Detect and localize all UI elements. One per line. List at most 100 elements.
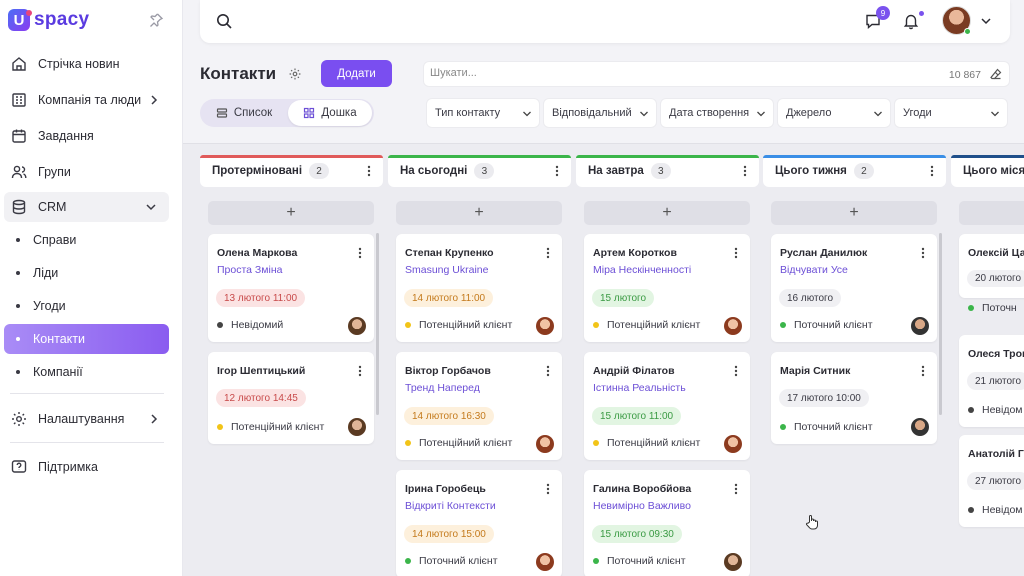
app-logo[interactable]: U spacy [8,8,89,32]
eraser-icon[interactable] [989,67,1003,81]
contact-name[interactable]: Ігор Шептицький [217,365,305,377]
contact-card[interactable]: Артем Коротков Міра Нескінченності 15 лю… [584,234,750,342]
avatar[interactable] [348,317,366,335]
sidebar-subitem-deals-tasks[interactable]: Справи [4,225,169,255]
contact-company[interactable]: Тренд Наперед [405,382,480,394]
avatar[interactable] [911,317,929,335]
contact-card[interactable]: Степан Крупенко Smasung Ukraine 14 лютог… [396,234,562,342]
sidebar-item-groups[interactable]: Групи [4,157,169,187]
avatar[interactable] [536,435,554,453]
contact-card[interactable]: Анатолій Гр 27 лютого Невідом [959,435,1024,527]
more-vertical-icon[interactable] [546,483,550,495]
contact-name[interactable]: Анатолій Гр [968,448,1024,460]
contact-card[interactable]: Галина Воробйова Невимірно Важливо 15 лю… [584,470,750,576]
chevron-down-icon [990,110,1000,118]
add-card-button[interactable]: + [771,201,937,225]
contact-company[interactable]: Smasung Ukraine [405,264,488,276]
gear-icon[interactable] [288,67,302,81]
search-icon[interactable] [216,13,233,30]
more-vertical-icon[interactable] [921,365,925,377]
list-view-button[interactable]: Список [200,99,288,127]
more-vertical-icon[interactable] [555,165,559,177]
column-scrollbar[interactable] [376,233,379,415]
add-card-button[interactable] [959,201,1024,225]
avatar[interactable] [724,435,742,453]
pin-icon[interactable] [148,12,164,28]
search-input[interactable] [430,67,850,79]
contact-name[interactable]: Ірина Горобець [405,483,486,495]
bullet-icon [16,304,20,308]
contact-name[interactable]: Руслан Данилюк [780,247,867,259]
contact-company[interactable]: Відкриті Контексти [405,500,496,512]
contact-name[interactable]: Віктор Горбачов [405,365,491,377]
more-vertical-icon[interactable] [734,247,738,259]
sidebar-item-crm[interactable]: CRM [4,192,169,222]
column-scrollbar[interactable] [939,233,942,415]
more-vertical-icon[interactable] [358,365,362,377]
contact-name[interactable]: Галина Воробйова [593,483,691,495]
more-vertical-icon[interactable] [546,365,550,377]
add-card-button[interactable]: + [584,201,750,225]
sidebar-subitem-contacts[interactable]: Контакти [4,324,169,354]
contact-name[interactable]: Артем Коротков [593,247,677,259]
more-vertical-icon[interactable] [921,247,925,259]
board-view-button[interactable]: Дошка [288,100,372,126]
add-card-button[interactable]: + [208,201,374,225]
sidebar-item-company[interactable]: Компанія та люди [4,85,169,115]
contact-name[interactable]: Марія Ситник [780,365,850,377]
filter-deals[interactable]: Угоди [894,98,1008,128]
more-vertical-icon[interactable] [734,483,738,495]
add-button[interactable]: Додати [321,60,392,87]
filter-responsible[interactable]: Відповідальний [543,98,657,128]
more-vertical-icon[interactable] [734,365,738,377]
contact-card[interactable]: Олексій Ца 20 лютого Поточн [959,234,1024,314]
search-field[interactable]: 10 867 [423,61,1010,87]
more-vertical-icon[interactable] [546,247,550,259]
contact-card[interactable]: Марія Ситник 17 лютого 10:00 Поточний кл… [771,352,937,444]
avatar[interactable] [348,418,366,436]
contact-card[interactable]: Ірина Горобець Відкриті Контексти 14 лют… [396,470,562,576]
contact-company[interactable]: Невимірно Важливо [593,500,691,512]
filter-created-date[interactable]: Дата створення [660,98,774,128]
sidebar-subitem-companies[interactable]: Компанії [4,357,169,387]
filter-source[interactable]: Джерело [777,98,891,128]
avatar[interactable] [911,418,929,436]
sidebar-subitem-deals[interactable]: Угоди [4,291,169,321]
avatar[interactable] [724,317,742,335]
avatar[interactable] [724,553,742,571]
contact-card[interactable]: Олена Маркова Проста Зміна 13 лютого 11:… [208,234,374,342]
sidebar-item-support[interactable]: Підтримка [4,452,169,482]
filter-contact-type[interactable]: Тип контакту [426,98,540,128]
bell-icon[interactable] [902,12,920,30]
contact-card[interactable]: Олеся Трош 21 лютого Невідом [959,335,1024,427]
more-vertical-icon[interactable] [367,165,371,177]
contact-company[interactable]: Міра Нескінченності [593,264,691,276]
contact-name[interactable]: Олексій Ца [968,247,1024,259]
column-title: На сьогодні [400,165,468,177]
sidebar-item-settings[interactable]: Налаштування [4,404,169,434]
contact-card[interactable]: Руслан Данилюк Відчувати Усе 16 лютого П… [771,234,937,342]
avatar[interactable] [536,317,554,335]
chevron-down-icon[interactable] [980,16,992,26]
contact-name[interactable]: Андрій Філатов [593,365,675,377]
contact-card[interactable]: Ігор Шептицький 12 лютого 14:45 Потенцій… [208,352,374,444]
more-vertical-icon[interactable] [930,165,934,177]
contact-company[interactable]: Проста Зміна [217,264,282,276]
more-vertical-icon[interactable] [358,247,362,259]
add-card-button[interactable]: + [396,201,562,225]
avatar[interactable] [536,553,554,571]
contact-name[interactable]: Олена Маркова [217,247,297,259]
kanban-column-today: На сьогодні 3 + Степан Крупенко Smasung … [388,155,571,576]
sidebar-subitem-leads[interactable]: Ліди [4,258,169,288]
contact-company[interactable]: Відчувати Усе [780,264,848,276]
contact-card[interactable]: Андрій Філатов Істинна Реальність 15 лют… [584,352,750,460]
more-vertical-icon[interactable] [743,165,747,177]
sidebar-item-feed[interactable]: Стрічка новин [4,49,169,79]
column-count: 3 [474,163,495,179]
contact-name[interactable]: Олеся Трош [968,348,1024,360]
sidebar-item-tasks[interactable]: Завдання [4,121,169,151]
contact-card[interactable]: Віктор Горбачов Тренд Наперед 14 лютого … [396,352,562,460]
home-icon [10,55,28,73]
contact-company[interactable]: Істинна Реальність [593,382,686,394]
contact-name[interactable]: Степан Крупенко [405,247,494,259]
